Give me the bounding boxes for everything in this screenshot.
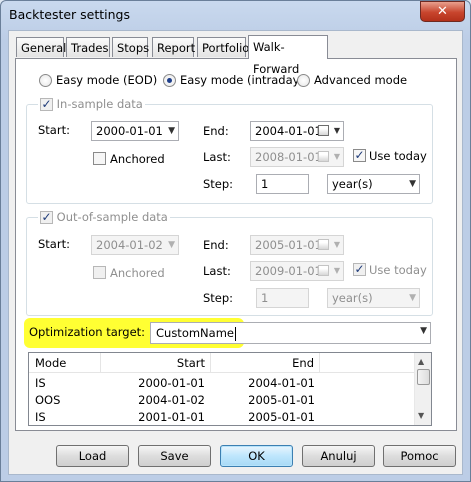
table-scrollbar[interactable]: ▲ ▼ <box>414 353 431 425</box>
in-sample-use-today-checkbox[interactable]: ✓ <box>353 149 366 162</box>
radio-easy-eod-label: Easy mode (EOD) <box>56 73 158 87</box>
in-sample-step-unit: year(s) <box>332 177 373 191</box>
column-header-mode[interactable]: Mode <box>29 353 101 373</box>
out-sample-checkbox: ✓ <box>40 210 53 224</box>
out-sample-step-label: Step: <box>203 291 234 305</box>
scrollbar-thumb[interactable] <box>417 369 430 385</box>
ok-button[interactable]: OK <box>220 445 293 467</box>
tab-portfolio[interactable]: Portfolio <box>197 37 249 57</box>
in-sample-last-picker: 2008-01-01 ▼ <box>250 147 344 167</box>
out-sample-anchored-label: Anchored <box>110 266 165 280</box>
in-sample-step-unit-select[interactable]: year(s) ▼ <box>327 174 420 194</box>
chevron-down-icon[interactable]: ▼ <box>420 326 427 336</box>
save-button[interactable]: Save <box>138 445 211 467</box>
out-sample-step-unit-select: year(s) ▼ <box>327 288 420 308</box>
radio-easy-intraday[interactable] <box>163 74 176 87</box>
cancel-button[interactable]: Anuluj <box>302 445 375 467</box>
out-sample-start-label: Start: <box>38 237 70 251</box>
in-sample-last-value: 2008-01-01 <box>255 150 322 164</box>
radio-advanced-label: Advanced mode <box>314 73 408 87</box>
calendar-icon <box>318 125 329 136</box>
table-cell: 2001-01-01 <box>138 410 205 424</box>
table-cell: IS <box>35 376 46 390</box>
out-sample-start-select: 2004-01-02 ▼ <box>91 235 179 255</box>
help-button[interactable]: Pomoc <box>383 445 456 467</box>
in-sample-end-label: End: <box>203 124 229 138</box>
tab-general[interactable]: General <box>16 37 66 57</box>
close-icon: ✕ <box>437 4 448 19</box>
out-sample-last-picker: 2009-01-01 ▼ <box>250 261 344 281</box>
calendar-icon <box>318 265 329 276</box>
in-sample-checkbox: ✓ <box>40 97 53 111</box>
out-sample-use-today-label: Use today <box>369 263 427 277</box>
in-sample-end-value: 2004-01-01 <box>255 124 322 138</box>
tab-trades[interactable]: Trades <box>66 37 110 57</box>
chevron-down-icon: ▼ <box>168 126 175 136</box>
out-sample-use-today-checkbox: ✓ <box>353 262 366 276</box>
calendar-icon <box>318 151 329 162</box>
tab-stops[interactable]: Stops <box>112 37 149 57</box>
tab-walk-forward[interactable]: Walk-Forward <box>248 35 328 76</box>
scroll-up-icon[interactable]: ▲ <box>418 357 424 366</box>
table-cell: 2004-01-01 <box>248 376 315 390</box>
out-sample-last-label: Last: <box>203 264 231 278</box>
out-sample-last-value: 2009-01-01 <box>255 264 322 278</box>
table-cell: 2005-01-01 <box>248 393 315 407</box>
in-sample-title: In-sample data <box>56 97 143 111</box>
chevron-down-icon: ▼ <box>333 240 340 249</box>
table-cell: 2004-01-02 <box>138 393 205 407</box>
window-title: Backtester settings <box>9 7 131 22</box>
column-header-end[interactable]: End <box>211 353 320 373</box>
table-cell: 2005-01-01 <box>248 410 315 424</box>
chevron-down-icon: ▼ <box>409 179 416 189</box>
close-button[interactable]: ✕ <box>420 1 465 22</box>
out-sample-title: Out-of-sample data <box>56 210 168 224</box>
in-sample-step-label: Step: <box>203 177 234 191</box>
chevron-down-icon: ▼ <box>333 152 340 161</box>
walk-forward-table[interactable]: Mode Start End IS 2000-01-01 2004-01-01 … <box>28 352 432 426</box>
in-sample-start-label: Start: <box>38 123 70 137</box>
calendar-icon <box>318 239 329 250</box>
optimization-target-combobox[interactable]: CustomName ▼ <box>150 322 431 344</box>
in-sample-start-value: 2000-01-01 <box>96 124 163 138</box>
in-sample-start-select[interactable]: 2000-01-01 ▼ <box>91 121 179 141</box>
in-sample-last-label: Last: <box>203 150 231 164</box>
out-sample-end-value: 2005-01-01 <box>255 238 322 252</box>
column-header-empty <box>320 353 415 373</box>
in-sample-header: ✓ In-sample data <box>38 97 145 111</box>
out-sample-end-label: End: <box>203 238 229 252</box>
radio-easy-eod[interactable] <box>39 74 52 87</box>
table-cell: 2000-01-01 <box>138 376 205 390</box>
out-sample-start-value: 2004-01-02 <box>96 238 163 252</box>
out-sample-header: ✓ Out-of-sample data <box>38 210 170 224</box>
in-sample-step-input[interactable]: 1 <box>256 174 309 194</box>
optimization-target-label: Optimization target: <box>29 325 146 339</box>
out-sample-step-input: 1 <box>256 288 309 308</box>
scroll-down-icon[interactable]: ▼ <box>418 411 424 420</box>
chevron-down-icon: ▼ <box>333 126 340 135</box>
column-header-start[interactable]: Start <box>101 353 211 373</box>
in-sample-anchored-checkbox[interactable] <box>93 152 106 165</box>
in-sample-anchored-label: Anchored <box>110 152 165 166</box>
chevron-down-icon: ▼ <box>333 266 340 275</box>
in-sample-end-picker[interactable]: 2004-01-01 ▼ <box>250 121 344 141</box>
optimization-target-value: CustomName <box>156 326 236 341</box>
chevron-down-icon: ▼ <box>409 293 416 303</box>
tab-report[interactable]: Report <box>152 37 195 57</box>
table-cell: IS <box>35 410 46 424</box>
out-sample-step-unit: year(s) <box>332 291 373 305</box>
in-sample-use-today-label: Use today <box>369 149 427 163</box>
out-sample-anchored-checkbox <box>93 266 106 279</box>
chevron-down-icon: ▼ <box>168 240 175 250</box>
out-sample-end-picker: 2005-01-01 ▼ <box>250 235 344 255</box>
load-button[interactable]: Load <box>56 445 129 467</box>
table-cell: OOS <box>35 393 61 407</box>
